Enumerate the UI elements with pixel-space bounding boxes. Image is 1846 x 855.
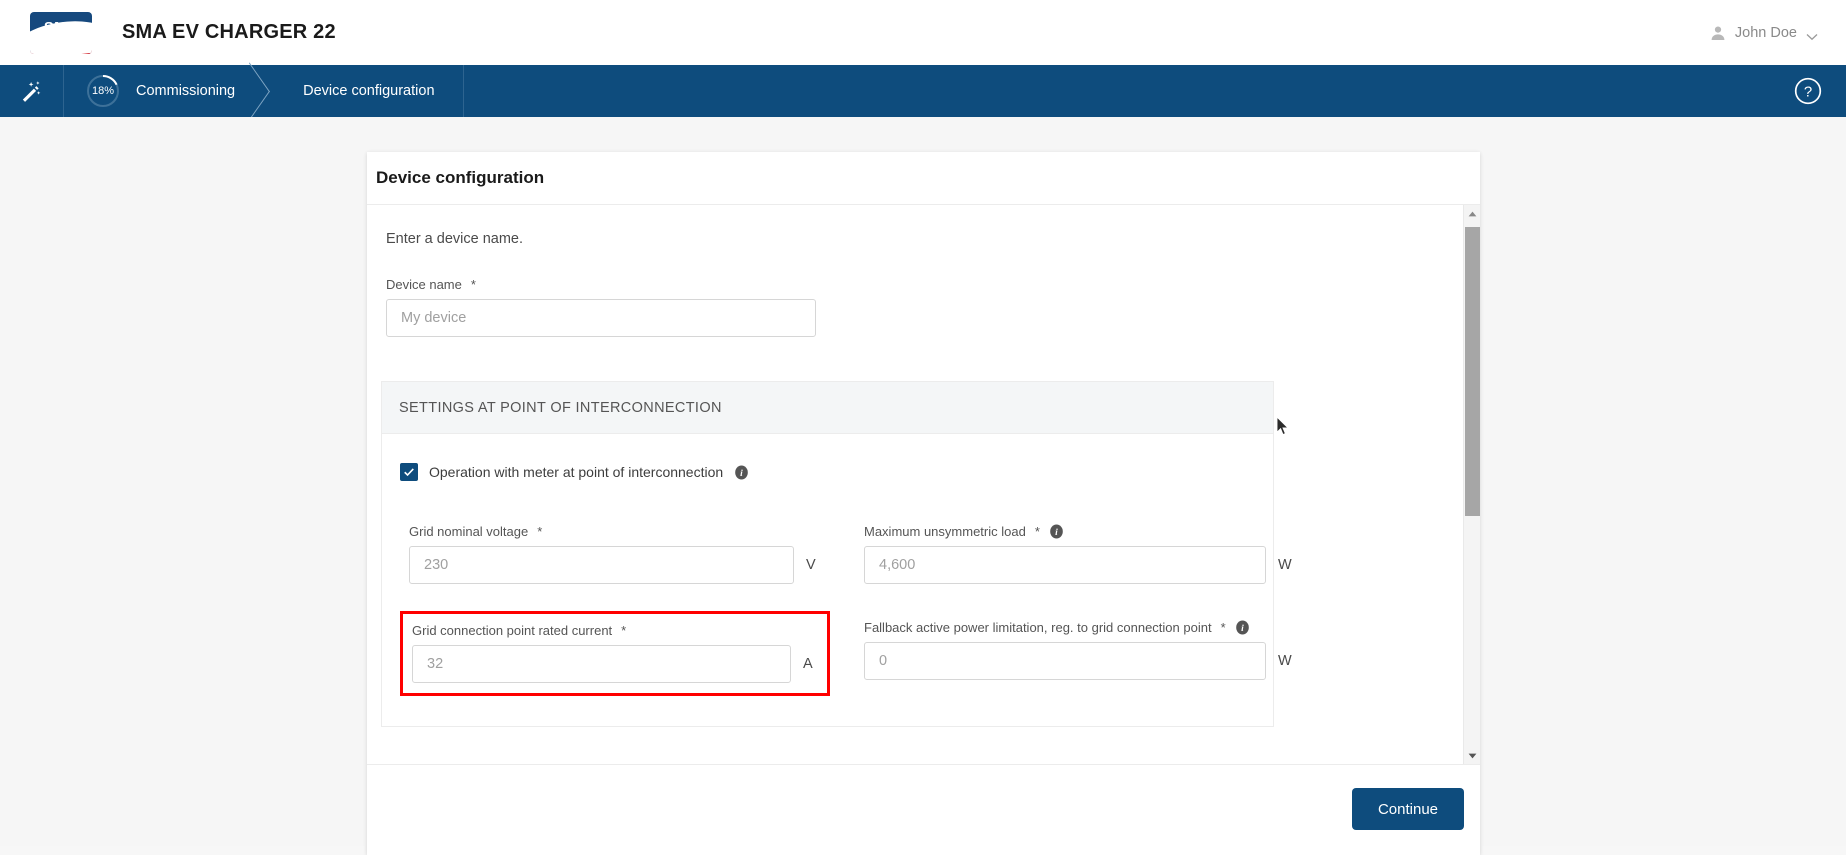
svg-text:i: i: [1055, 528, 1058, 538]
person-icon: [1710, 25, 1726, 41]
continue-button[interactable]: Continue: [1352, 788, 1464, 830]
magic-wand-icon[interactable]: [0, 65, 64, 117]
scroll-up-arrow[interactable]: [1464, 205, 1480, 222]
fallback-active-power-limitation-field: Fallback active power limitation, reg. t…: [862, 611, 1292, 696]
wizard-step-label-device-configuration: Device configuration: [303, 83, 434, 99]
info-icon[interactable]: i: [1049, 524, 1064, 539]
svg-text:i: i: [740, 469, 743, 479]
grid-nominal-voltage-unit: V: [806, 557, 820, 573]
required-mark: *: [621, 623, 626, 638]
device-name-label-text: Device name: [386, 277, 462, 292]
question-mark-circle-icon[interactable]: ?: [1794, 77, 1822, 105]
svg-text:?: ?: [1804, 84, 1812, 101]
info-icon[interactable]: i: [734, 465, 749, 480]
maximum-unsymmetric-load-input[interactable]: [864, 546, 1266, 584]
user-menu[interactable]: John Doe: [1710, 25, 1818, 41]
wizard-step-label-commissioning: Commissioning: [136, 83, 235, 99]
meter-operation-label: Operation with meter at point of interco…: [429, 464, 723, 480]
grid-connection-point-rated-current-label-text: Grid connection point rated current: [412, 623, 612, 638]
info-icon[interactable]: i: [1235, 620, 1250, 635]
page-title: SMA EV CHARGER 22: [122, 21, 336, 44]
wizard-step-device-configuration[interactable]: Device configuration: [281, 65, 463, 117]
required-mark: *: [471, 277, 476, 292]
grid-nominal-voltage-field: Grid nominal voltage * V: [400, 515, 830, 594]
device-configuration-card: Device configuration Enter a device name…: [367, 152, 1480, 855]
grid-connection-point-rated-current-input[interactable]: [412, 645, 791, 683]
required-mark: *: [1035, 524, 1040, 539]
fallback-active-power-limitation-unit: W: [1278, 653, 1292, 669]
card-footer: Continue: [367, 765, 1480, 853]
progress-ring: 18%: [86, 74, 120, 108]
card-body: Enter a device name. Device name * SETTIN…: [367, 205, 1480, 765]
intro-text: Enter a device name.: [386, 231, 1462, 247]
device-name-label: Device name *: [386, 277, 816, 292]
grid-nominal-voltage-input[interactable]: [409, 546, 794, 584]
fallback-active-power-limitation-label: Fallback active power limitation, reg. t…: [864, 620, 1292, 635]
settings-panel: SETTINGS AT POINT OF INTERCONNECTION Ope…: [381, 381, 1274, 727]
maximum-unsymmetric-load-unit: W: [1278, 557, 1292, 573]
maximum-unsymmetric-load-label: Maximum unsymmetric load * i: [864, 524, 1292, 539]
svg-text:i: i: [1241, 624, 1244, 634]
meter-operation-checkbox[interactable]: [400, 463, 418, 481]
wizard-breadcrumb-bar: 18% Commissioning Device configuration ?: [0, 65, 1846, 117]
vertical-scrollbar[interactable]: [1463, 205, 1480, 764]
settings-panel-body: Operation with meter at point of interco…: [382, 434, 1273, 726]
page-content: Device configuration Enter a device name…: [0, 117, 1846, 846]
chevron-down-icon: [1806, 29, 1818, 37]
maximum-unsymmetric-load-label-text: Maximum unsymmetric load: [864, 524, 1026, 539]
sma-logo: SMA: [30, 12, 92, 54]
device-name-field: Device name *: [386, 277, 816, 337]
settings-panel-heading: SETTINGS AT POINT OF INTERCONNECTION: [382, 382, 1273, 434]
required-mark: *: [1221, 620, 1226, 635]
meter-operation-checkbox-row: Operation with meter at point of interco…: [400, 463, 1253, 481]
user-name-label: John Doe: [1735, 25, 1797, 41]
scroll-down-arrow[interactable]: [1464, 747, 1480, 764]
fallback-active-power-limitation-label-text: Fallback active power limitation, reg. t…: [864, 620, 1212, 635]
required-mark: *: [537, 524, 542, 539]
card-scroll-area: Enter a device name. Device name * SETTIN…: [367, 205, 1462, 764]
wizard-step-commissioning[interactable]: 18% Commissioning: [64, 65, 281, 117]
settings-fields-grid: Grid nominal voltage* V Maximum: [400, 515, 1253, 696]
card-header: Device configuration: [367, 152, 1480, 205]
grid-nominal-voltage-label: Grid nominal voltage *: [409, 524, 820, 539]
app-header: SMA SMA EV CHARGER 22 John Doe: [0, 0, 1846, 65]
fallback-active-power-limitation-input[interactable]: [864, 642, 1266, 680]
progress-percent-label: 18%: [86, 74, 120, 108]
card-title: Device configuration: [376, 168, 544, 188]
grid-connection-point-rated-current-label: Grid connection point rated current *: [412, 623, 817, 638]
device-name-input[interactable]: [386, 299, 816, 337]
grid-connection-point-rated-current-unit: A: [803, 656, 817, 672]
grid-nominal-voltage-label-text: Grid nominal voltage: [409, 524, 528, 539]
scrollbar-thumb[interactable]: [1465, 227, 1480, 516]
maximum-unsymmetric-load-field: Maximum unsymmetric load * i: [862, 515, 1292, 594]
grid-connection-point-rated-current-field: Grid connection point rated current * A: [400, 611, 830, 696]
